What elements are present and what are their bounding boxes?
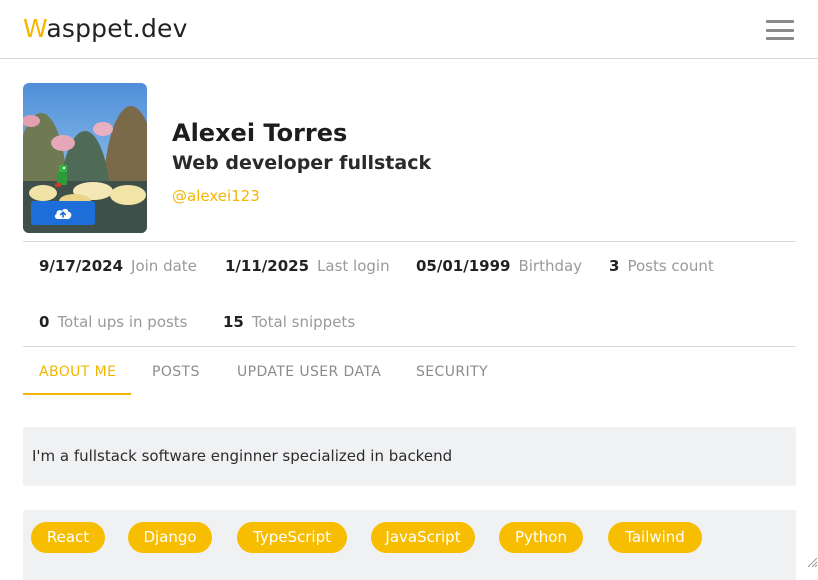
active-tab-indicator xyxy=(23,393,131,395)
upload-avatar-button[interactable] xyxy=(31,201,95,225)
skill-chip[interactable]: React xyxy=(31,522,105,553)
about-me-panel: I'm a fullstack software enginner specia… xyxy=(23,427,796,486)
tab-posts[interactable]: POSTS xyxy=(152,362,200,382)
stat-label: Total snippets xyxy=(251,313,356,331)
menu-bar xyxy=(766,28,794,32)
stat-label: Last login xyxy=(317,257,390,275)
stat-join-date: 9/17/2024 Join date xyxy=(39,256,197,276)
stat-value: 15 xyxy=(223,313,244,331)
divider xyxy=(23,346,796,347)
stat-label: Join date xyxy=(131,257,197,275)
profile-role: Web developer fullstack xyxy=(172,152,432,174)
skill-chip[interactable]: JavaScript xyxy=(371,522,475,553)
brand-name-rest: asppet.dev xyxy=(46,14,188,43)
avatar xyxy=(23,83,147,233)
stat-total-ups: 0 Total ups in posts xyxy=(39,312,188,332)
skill-chip[interactable]: Python xyxy=(499,522,583,553)
skills-panel: React Django TypeScript JavaScript Pytho… xyxy=(23,510,796,580)
profile-name: Alexei Torres xyxy=(172,119,348,147)
stat-value: 9/17/2024 xyxy=(39,257,124,275)
cloud-upload-icon xyxy=(54,208,72,219)
stat-posts-count: 3 Posts count xyxy=(609,256,714,276)
resize-handle-icon[interactable] xyxy=(804,554,818,568)
brand-first-letter: W xyxy=(23,14,47,43)
stat-birthday: 05/01/1999 Birthday xyxy=(416,256,582,276)
brand-logo[interactable]: Wasppet.dev xyxy=(23,14,188,44)
stat-last-login: 1/11/2025 Last login xyxy=(225,256,390,276)
skill-chip[interactable]: Django xyxy=(128,522,212,553)
about-me-text: I'm a fullstack software enginner specia… xyxy=(32,447,453,465)
stat-value: 1/11/2025 xyxy=(225,257,310,275)
stat-value: 3 xyxy=(609,257,620,275)
stat-label: Posts count xyxy=(627,257,714,275)
menu-bar xyxy=(766,37,794,40)
divider xyxy=(23,241,796,242)
stat-total-snippets: 15 Total snippets xyxy=(223,312,355,332)
hamburger-menu-icon[interactable] xyxy=(766,20,794,40)
top-navbar: Wasppet.dev xyxy=(0,0,818,59)
skill-chip[interactable]: Tailwind xyxy=(608,522,702,553)
tab-security[interactable]: SECURITY xyxy=(416,362,488,382)
tab-update-user-data[interactable]: UPDATE USER DATA xyxy=(237,362,381,382)
stat-value: 0 xyxy=(39,313,50,331)
tab-about-me[interactable]: ABOUT ME xyxy=(39,362,116,382)
profile-handle[interactable]: @alexei123 xyxy=(172,186,260,206)
stat-value: 05/01/1999 xyxy=(416,257,511,275)
menu-bar xyxy=(766,20,794,23)
stat-label: Total ups in posts xyxy=(57,313,188,331)
skill-chip[interactable]: TypeScript xyxy=(237,522,347,553)
stat-label: Birthday xyxy=(518,257,583,275)
